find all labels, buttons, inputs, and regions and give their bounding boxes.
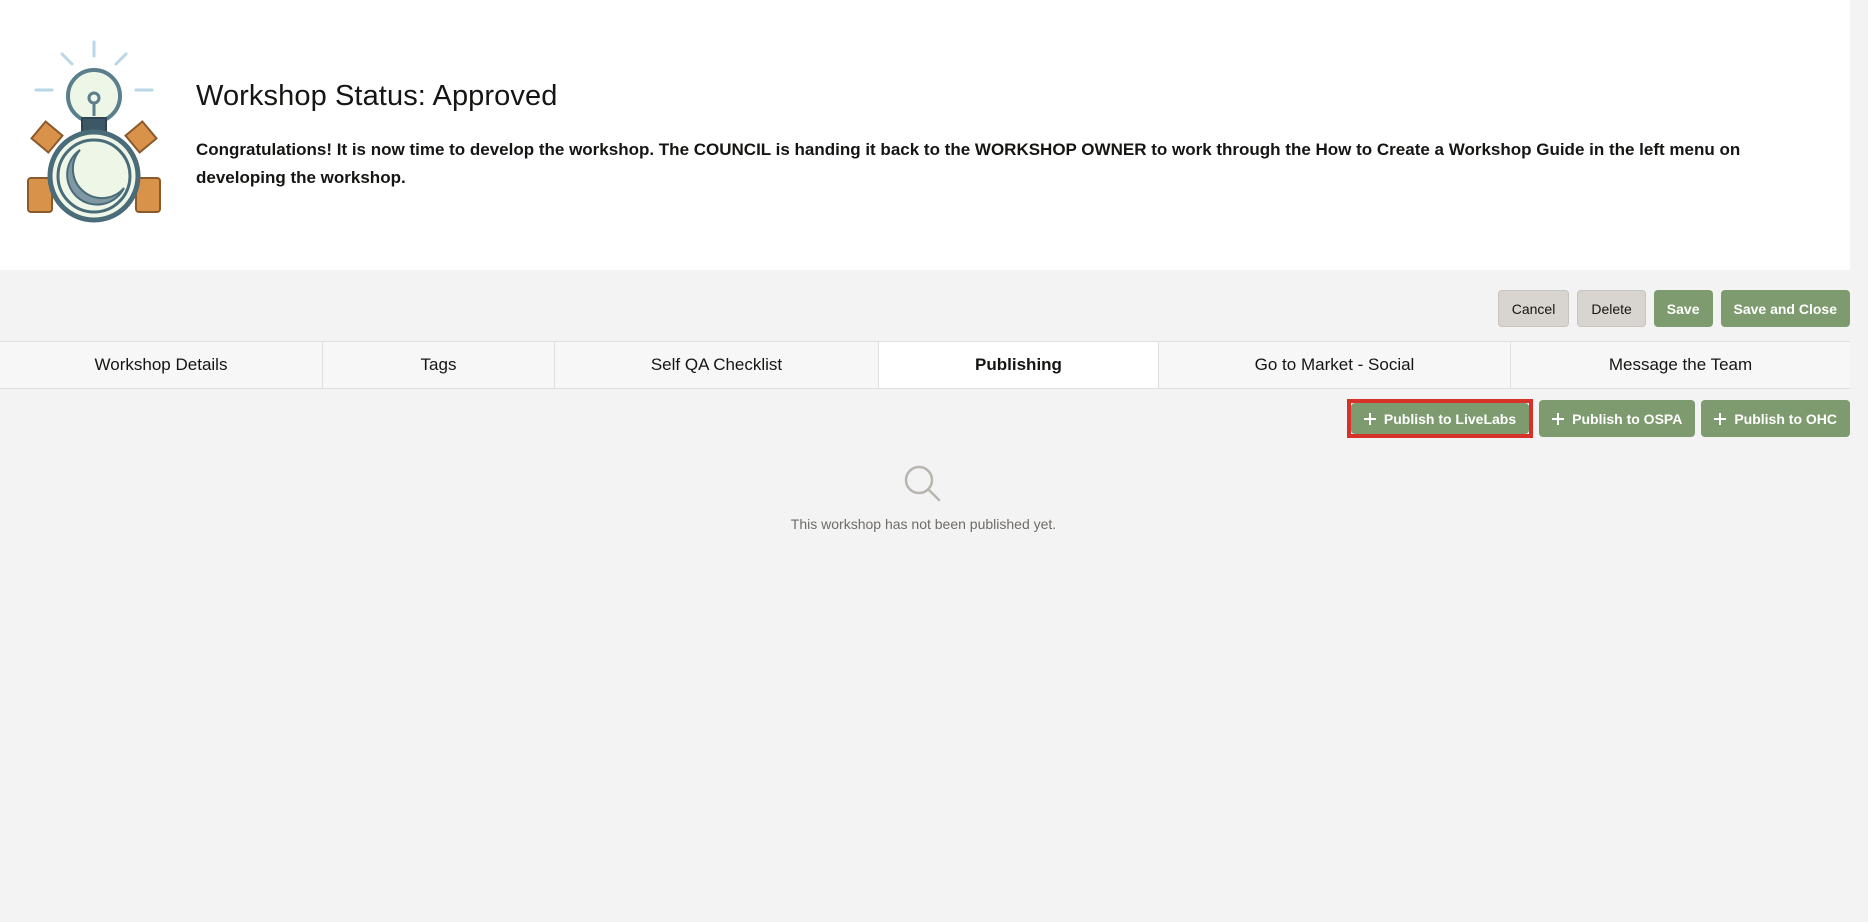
publish-to-ospa-label: Publish to OSPA [1572, 410, 1683, 427]
save-and-close-button[interactable]: Save and Close [1720, 290, 1850, 327]
tab-go-to-market-social[interactable]: Go to Market - Social [1159, 342, 1511, 388]
search-icon [904, 465, 941, 502]
plus-icon [1714, 412, 1727, 425]
status-title: Workshop Status: Approved [196, 80, 558, 112]
status-card: Workshop Status: Approved Congratulation… [0, 0, 1850, 270]
tab-message-the-team[interactable]: Message the Team [1511, 342, 1850, 388]
publish-to-ohc-button[interactable]: Publish to OHC [1701, 400, 1850, 437]
tab-bar: Workshop Details Tags Self QA Checklist … [0, 341, 1850, 389]
highlight-box: Publish to LiveLabs [1346, 399, 1534, 438]
cancel-button[interactable]: Cancel [1497, 290, 1570, 327]
plus-icon [1363, 412, 1376, 425]
tab-self-qa-checklist[interactable]: Self QA Checklist [555, 342, 879, 388]
tab-tags[interactable]: Tags [323, 342, 555, 388]
empty-state-text: This workshop has not been published yet… [790, 516, 1057, 532]
form-toolbar: Cancel Delete Save Save and Close [1497, 290, 1850, 327]
status-message: Congratulations! It is now time to devel… [196, 140, 1741, 187]
publish-to-livelabs-button[interactable]: Publish to LiveLabs [1350, 403, 1530, 434]
publish-to-livelabs-label: Publish to LiveLabs [1383, 410, 1517, 427]
tab-workshop-details[interactable]: Workshop Details [0, 342, 323, 388]
empty-state: This workshop has not been published yet… [0, 462, 1850, 532]
plus-icon [1552, 412, 1565, 425]
publish-to-ohc-label: Publish to OHC [1734, 410, 1837, 427]
save-button[interactable]: Save [1653, 290, 1713, 327]
tab-publishing[interactable]: Publishing [879, 342, 1159, 388]
lightbulb-illustration-icon [27, 40, 161, 223]
publish-to-ospa-button[interactable]: Publish to OSPA [1539, 400, 1696, 437]
publish-toolbar: Publish to LiveLabs Publish to OSPA Publ… [1346, 399, 1850, 438]
delete-button[interactable]: Delete [1577, 290, 1646, 327]
